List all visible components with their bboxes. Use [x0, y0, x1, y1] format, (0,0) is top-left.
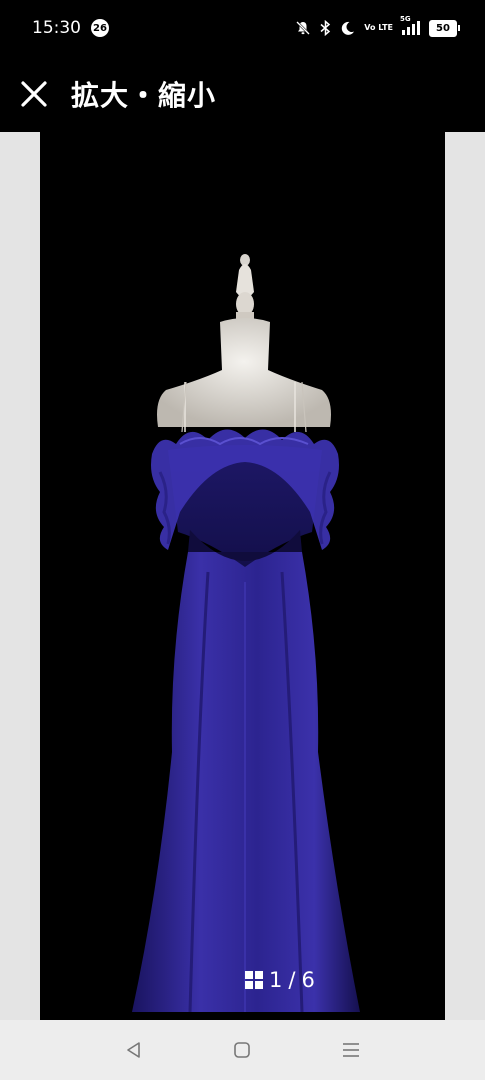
- recents-menu-icon: [342, 1043, 359, 1057]
- signal-5g-icon: 5G: [400, 15, 420, 35]
- home-button[interactable]: [222, 1030, 262, 1070]
- status-bar: 15:30 26 Vo LTE 5G 50: [0, 0, 485, 56]
- moon-icon: [340, 21, 355, 36]
- recents-button[interactable]: [331, 1030, 371, 1070]
- image-counter[interactable]: 1 / 6: [245, 968, 315, 992]
- status-right: Vo LTE 5G 50: [295, 15, 460, 37]
- system-nav-bar: [0, 1020, 485, 1080]
- notification-count-badge: 26: [91, 19, 109, 37]
- dress: [132, 381, 360, 1013]
- status-left: 15:30 26: [32, 18, 109, 38]
- gallery-grid-icon: [245, 971, 263, 989]
- image-viewer[interactable]: 1 / 6: [0, 132, 485, 1020]
- battery-icon: 50: [429, 19, 460, 37]
- mannequin: [157, 254, 331, 432]
- bluetooth-icon: [320, 20, 331, 36]
- bell-muted-icon: [295, 20, 311, 36]
- counter-total: 6: [301, 968, 315, 992]
- back-button[interactable]: [114, 1030, 154, 1070]
- network-type-label: 5G: [400, 15, 411, 23]
- close-button[interactable]: [17, 77, 51, 111]
- product-photo[interactable]: 1 / 6: [40, 132, 445, 1020]
- volte-icon: Vo LTE: [364, 23, 393, 32]
- back-triangle-icon: [127, 1042, 140, 1058]
- counter-current: 1: [269, 968, 283, 992]
- home-square-icon: [234, 1042, 251, 1058]
- close-icon: [21, 81, 47, 107]
- app-header: 拡大・縮小: [0, 56, 485, 132]
- counter-separator: /: [288, 968, 296, 992]
- clock-time: 15:30: [32, 18, 81, 38]
- page-title: 拡大・縮小: [71, 79, 217, 112]
